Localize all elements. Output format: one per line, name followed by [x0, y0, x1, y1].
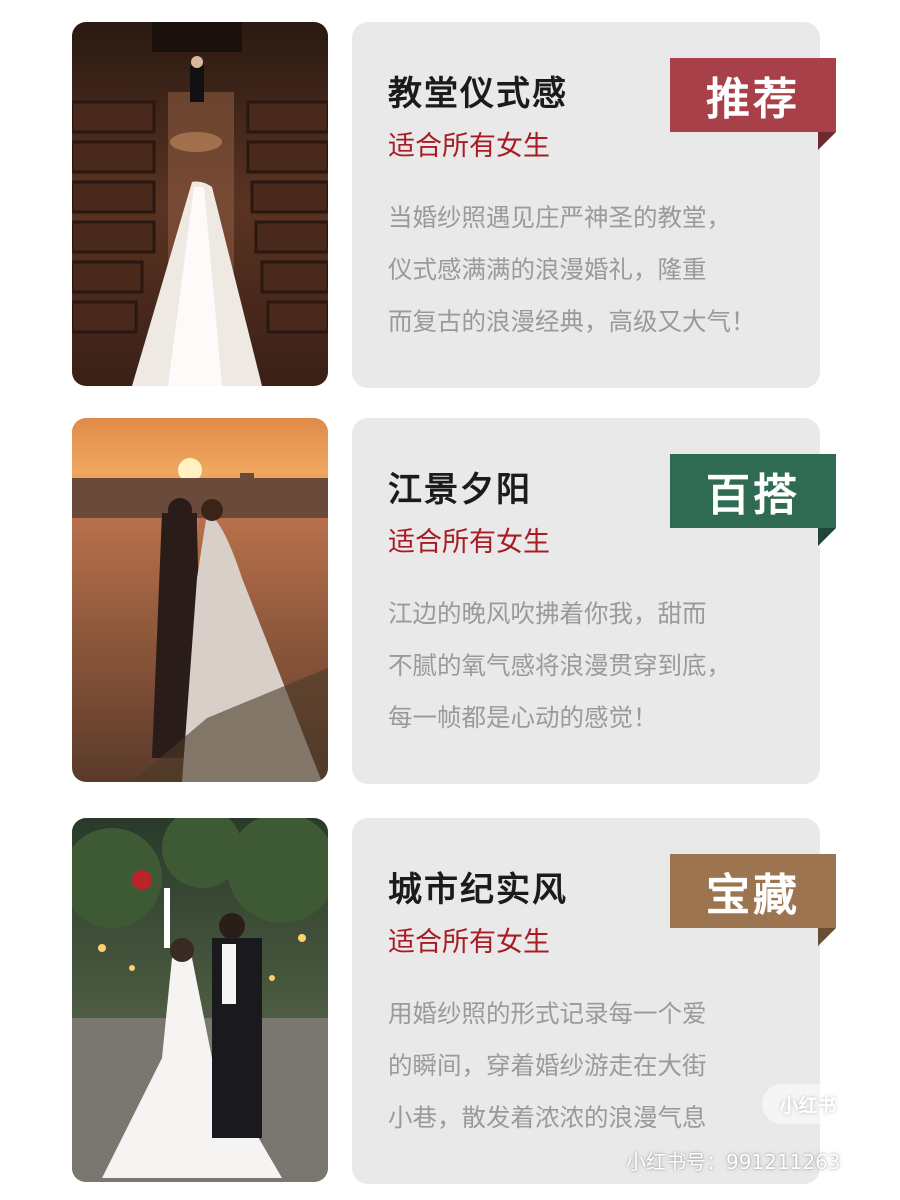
- card-row-city: 城市纪实风 适合所有女生 用婚纱照的形式记录每一个爱 的瞬间，穿着婚纱游走在大街…: [0, 818, 900, 1188]
- photo-church-wedding: [72, 22, 328, 386]
- tag-badge-versatile: 百搭: [670, 454, 836, 528]
- card-row-church: 教堂仪式感 适合所有女生 当婚纱照遇见庄严神圣的教堂， 仪式感满满的浪漫婚礼，隆…: [0, 22, 900, 392]
- photo-riverside-sunset: [72, 418, 328, 782]
- tag-badge-recommend: 推荐: [670, 58, 836, 132]
- tag-fold: [818, 928, 836, 946]
- card-row-sunset: 江景夕阳 适合所有女生 江边的晚风吹拂着你我，甜而 不腻的氧气感将浪漫贯穿到底，…: [0, 418, 900, 788]
- tag-badge-treasure: 宝藏: [670, 854, 836, 928]
- photo-city-street: [72, 818, 328, 1182]
- account-id-watermark: 小红书号：991211263: [626, 1150, 841, 1174]
- card-description: 江边的晚风吹拂着你我，甜而 不腻的氧气感将浪漫贯穿到底， 每一帧都是心动的感觉！: [388, 599, 731, 732]
- card-title: 教堂仪式感: [388, 74, 568, 114]
- card-subtitle: 适合所有女生: [388, 131, 550, 162]
- card-title: 江景夕阳: [388, 470, 532, 510]
- card-title: 城市纪实风: [388, 870, 568, 910]
- card-subtitle: 适合所有女生: [388, 927, 550, 958]
- tag-fold: [818, 132, 836, 150]
- tag-fold: [818, 528, 836, 546]
- card-subtitle: 适合所有女生: [388, 527, 550, 558]
- xiaohongshu-logo-watermark: 小红书: [762, 1084, 854, 1124]
- card-description: 当婚纱照遇见庄严神圣的教堂， 仪式感满满的浪漫婚礼，隆重 而复古的浪漫经典，高级…: [388, 203, 756, 336]
- card-description: 用婚纱照的形式记录每一个爱 的瞬间，穿着婚纱游走在大街 小巷，散发着浓浓的浪漫气…: [388, 999, 707, 1132]
